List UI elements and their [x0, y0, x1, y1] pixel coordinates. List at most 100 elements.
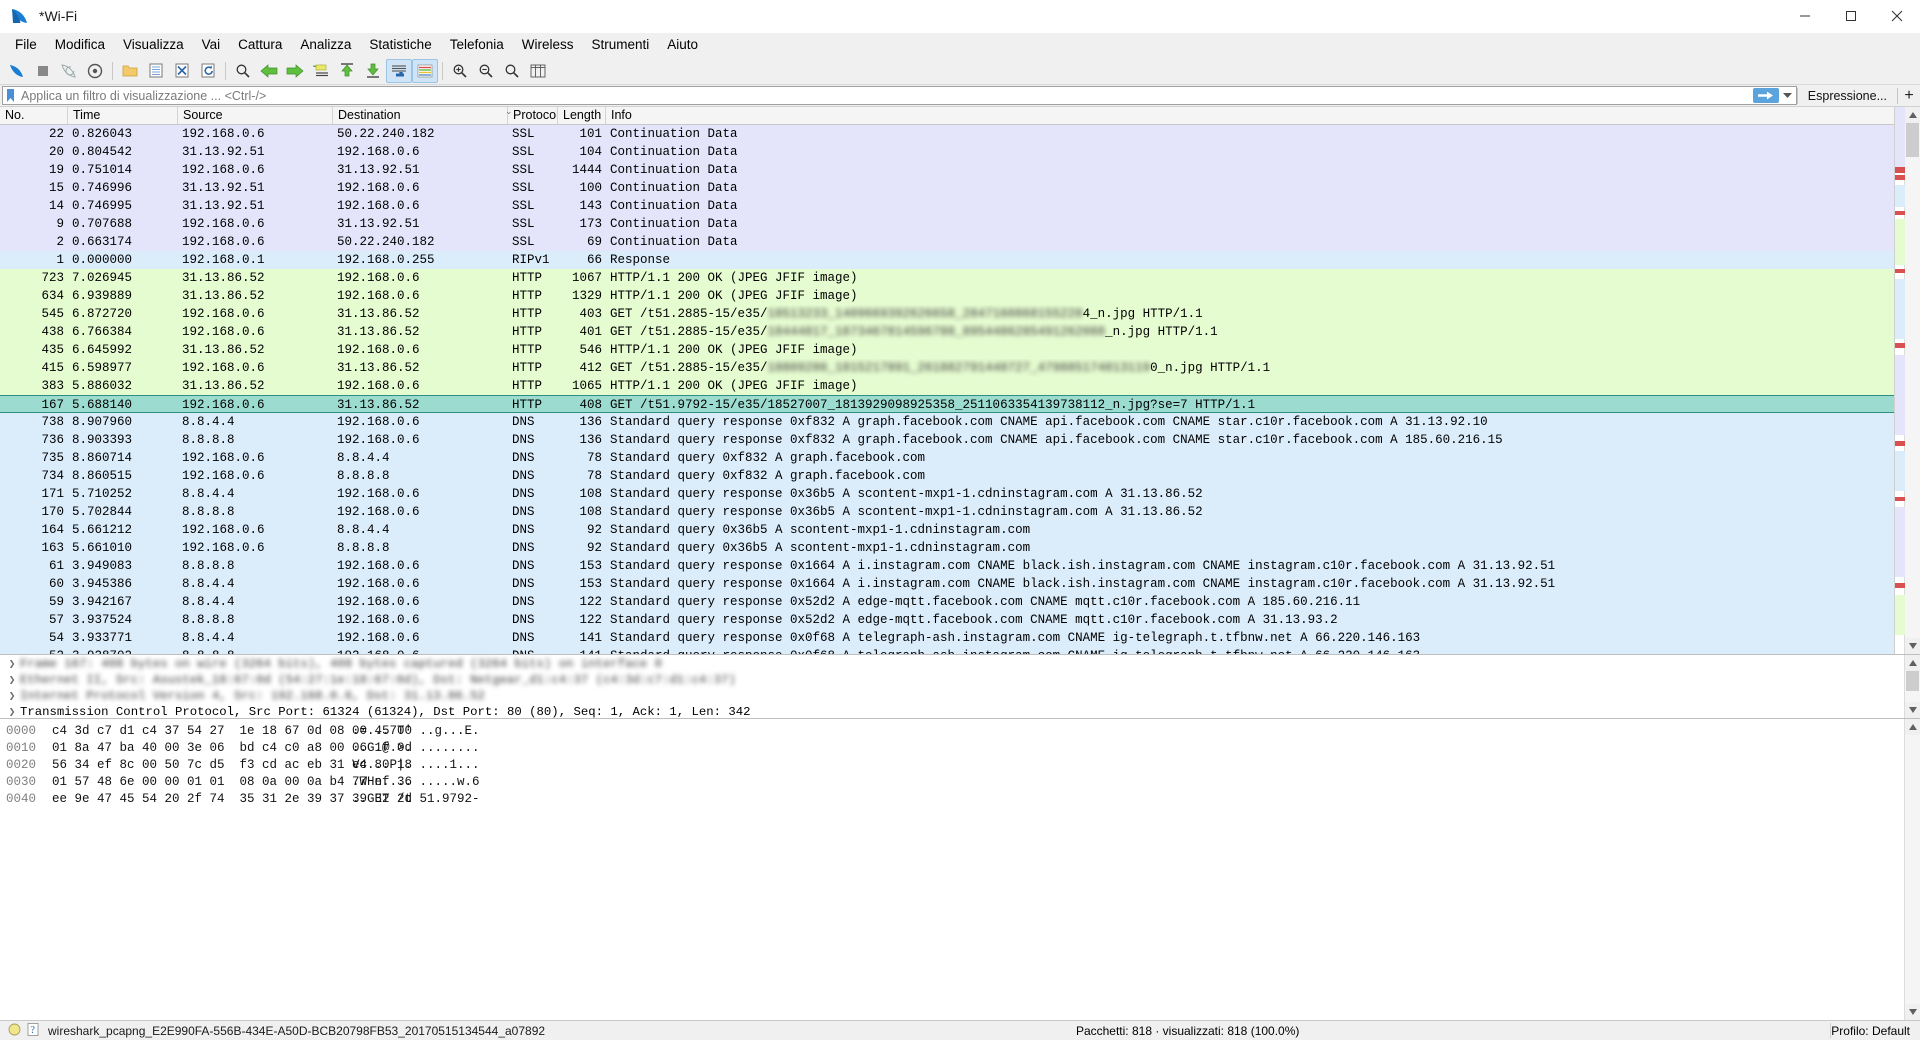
- menu-modifica[interactable]: Modifica: [46, 34, 114, 56]
- save-file-icon[interactable]: [143, 59, 169, 83]
- go-back-icon[interactable]: [256, 59, 282, 83]
- capture-options-icon[interactable]: [82, 59, 108, 83]
- scroll-down-icon[interactable]: [1905, 702, 1920, 718]
- table-row[interactable]: 415 6.598977 192.168.0.6 31.13.86.52 HTTP 412…: [0, 359, 1894, 377]
- table-row[interactable]: 2 0.663174 192.168.0.6 50.22.240.182 SSL 69 Co…: [0, 233, 1894, 251]
- apply-filter-arrow-icon[interactable]: [1752, 88, 1779, 103]
- table-row[interactable]: 22 0.826043 192.168.0.6 50.22.240.182 SSL 101…: [0, 125, 1894, 143]
- scrollbar-track[interactable]: [1905, 123, 1920, 638]
- packet-detail-tree[interactable]: ❯ Frame 167: 408 bytes on wire (3264 bits…: [0, 655, 1904, 718]
- table-row[interactable]: 736 8.903393 8.8.8.8 192.168.0.6 DNS 136 Stand…: [0, 431, 1894, 449]
- table-row[interactable]: 1 0.000000 192.168.0.1 192.168.0.255 RIPv1 66…: [0, 251, 1894, 269]
- table-row[interactable]: 61 3.949083 8.8.8.8 192.168.0.6 DNS 153 Standa…: [0, 557, 1894, 575]
- chevron-right-icon[interactable]: ❯: [4, 689, 20, 703]
- scroll-down-icon[interactable]: [1905, 638, 1920, 654]
- scrollbar-thumb[interactable]: [1906, 671, 1919, 691]
- hex-dump[interactable]: 0000 c4 3d c7 d1 c4 37 54 27 1e 18 67 0d …: [0, 719, 1904, 1020]
- column-header-time[interactable]: Time: [68, 107, 178, 124]
- table-row[interactable]: 54 3.933771 8.8.4.4 192.168.0.6 DNS 141 Standa…: [0, 629, 1894, 647]
- open-file-icon[interactable]: [117, 59, 143, 83]
- close-icon[interactable]: [1874, 0, 1920, 33]
- detail-tree-item[interactable]: ❯ Frame 167: 408 bytes on wire (3264 bits…: [4, 656, 1904, 672]
- menu-strumenti[interactable]: Strumenti: [583, 34, 659, 56]
- zoom-in-icon[interactable]: [447, 59, 473, 83]
- table-row[interactable]: 523.9287028.8.8.8192.168.0.6DNS141Standa…: [0, 647, 1894, 654]
- packet-list-scrollbar[interactable]: [1904, 107, 1920, 654]
- capture-file-properties-icon[interactable]: ?: [27, 1022, 40, 1039]
- menu-wireless[interactable]: Wireless: [513, 34, 583, 56]
- table-row[interactable]: 15 0.746996 31.13.92.51 192.168.0.6 SSL 100 Co…: [0, 179, 1894, 197]
- chevron-right-icon[interactable]: ❯: [4, 673, 20, 687]
- packet-rows-container[interactable]: 22 0.826043 192.168.0.6 50.22.240.182 SSL 101…: [0, 125, 1894, 654]
- table-row[interactable]: 738 8.907960 8.8.4.4 192.168.0.6 DNS 136 Stand…: [0, 413, 1894, 431]
- table-row[interactable]: 171 5.710252 8.8.4.4 192.168.0.6 DNS 108 Stand…: [0, 485, 1894, 503]
- reload-file-icon[interactable]: [195, 59, 221, 83]
- scrollbar-thumb[interactable]: [1906, 123, 1919, 157]
- bytes-pane-scrollbar[interactable]: [1904, 719, 1920, 1020]
- zoom-reset-icon[interactable]: [499, 59, 525, 83]
- go-last-packet-icon[interactable]: [360, 59, 386, 83]
- column-header-no[interactable]: No.: [0, 107, 68, 124]
- table-row[interactable]: 170 5.702844 8.8.8.8 192.168.0.6 DNS 108 Stand…: [0, 503, 1894, 521]
- menu-analizza[interactable]: Analizza: [291, 34, 360, 56]
- column-header-source[interactable]: Source: [178, 107, 333, 124]
- menu-vai[interactable]: Vai: [193, 34, 230, 56]
- colorize-packets-icon[interactable]: [412, 58, 438, 83]
- resize-columns-icon[interactable]: [525, 59, 551, 83]
- chevron-down-icon[interactable]: [1780, 87, 1796, 104]
- menu-cattura[interactable]: Cattura: [229, 34, 291, 56]
- go-forward-icon[interactable]: [282, 59, 308, 83]
- go-first-packet-icon[interactable]: [334, 59, 360, 83]
- scroll-up-icon[interactable]: [1905, 719, 1920, 735]
- go-to-packet-icon[interactable]: [308, 59, 334, 83]
- menu-telefonia[interactable]: Telefonia: [441, 34, 513, 56]
- zoom-out-icon[interactable]: [473, 59, 499, 83]
- scrollbar-track[interactable]: [1905, 735, 1920, 1004]
- table-row[interactable]: 14 0.746995 31.13.92.51 192.168.0.6 SSL 143 Co…: [0, 197, 1894, 215]
- expert-info-circle-icon[interactable]: [8, 1023, 21, 1039]
- table-row[interactable]: 164 5.661212 192.168.0.6 8.8.4.4 DNS 92 Standa…: [0, 521, 1894, 539]
- table-row[interactable]: 438 6.766384 192.168.0.6 31.13.86.52 HTTP 401…: [0, 323, 1894, 341]
- detail-tree-item[interactable]: ❯ Transmission Control Protocol, Src Port…: [4, 704, 1904, 718]
- column-header-info[interactable]: Info: [606, 107, 1894, 124]
- filter-bookmark-icon[interactable]: [3, 87, 17, 104]
- search-input[interactable]: Applica un filtro di visualizzazione ...…: [2, 86, 1797, 105]
- scroll-up-icon[interactable]: [1905, 107, 1920, 123]
- table-row[interactable]: 59 3.942167 8.8.4.4 192.168.0.6 DNS 122 Standa…: [0, 593, 1894, 611]
- scrollbar-track[interactable]: [1905, 671, 1920, 702]
- menu-aiuto[interactable]: Aiuto: [658, 34, 707, 56]
- menu-visualizza[interactable]: Visualizza: [114, 34, 193, 56]
- menu-statistiche[interactable]: Statistiche: [360, 34, 440, 56]
- table-row[interactable]: 634 6.939889 31.13.86.52 192.168.0.6 HTTP 132…: [0, 287, 1894, 305]
- table-row[interactable]: 19 0.751014 192.168.0.6 31.13.92.51 SSL 1444 C…: [0, 161, 1894, 179]
- table-row[interactable]: 167 5.688140 192.168.0.6 31.13.86.52 HTTP 408…: [0, 395, 1894, 413]
- table-row[interactable]: 435 6.645992 31.13.86.52 192.168.0.6 HTTP 546…: [0, 341, 1894, 359]
- table-row[interactable]: 20 0.804542 31.13.92.51 192.168.0.6 SSL 104 Co…: [0, 143, 1894, 161]
- table-row[interactable]: 60 3.945386 8.8.4.4 192.168.0.6 DNS 153 Standa…: [0, 575, 1894, 593]
- status-profile[interactable]: Profilo: Default: [1831, 1024, 1920, 1038]
- start-capture-icon[interactable]: [4, 59, 30, 83]
- column-header-length[interactable]: Length: [558, 107, 606, 124]
- maximize-icon[interactable]: [1828, 0, 1874, 33]
- column-header-destination[interactable]: Destination: [333, 107, 508, 124]
- table-row[interactable]: 735 8.860714 192.168.0.6 8.8.4.4 DNS 78 Standa…: [0, 449, 1894, 467]
- close-file-icon[interactable]: [169, 59, 195, 83]
- detail-tree-item[interactable]: ❯ Ethernet II, Src: Asustek_18:67:0d (54:…: [4, 672, 1904, 688]
- minimize-icon[interactable]: [1782, 0, 1828, 33]
- chevron-right-icon[interactable]: ❯: [4, 705, 20, 718]
- table-row[interactable]: 545 6.872720 192.168.0.6 31.13.86.52 HTTP 403…: [0, 305, 1894, 323]
- menu-file[interactable]: File: [6, 34, 46, 56]
- table-row[interactable]: 734 8.860515 192.168.0.6 8.8.8.8 DNS 78 Standa…: [0, 467, 1894, 485]
- table-row[interactable]: 163 5.661010 192.168.0.6 8.8.8.8 DNS 92 Standa…: [0, 539, 1894, 557]
- table-row[interactable]: 723 7.026945 31.13.86.52 192.168.0.6 HTTP 106…: [0, 269, 1894, 287]
- scroll-up-icon[interactable]: [1905, 655, 1920, 671]
- table-row[interactable]: 57 3.937524 8.8.8.8 192.168.0.6 DNS 122 Standa…: [0, 611, 1894, 629]
- add-filter-button[interactable]: +: [1898, 87, 1920, 105]
- auto-scroll-icon[interactable]: [386, 58, 412, 83]
- restart-capture-icon[interactable]: [56, 59, 82, 83]
- chevron-right-icon[interactable]: ❯: [4, 657, 20, 671]
- table-row[interactable]: 9 0.707688 192.168.0.6 31.13.92.51 SSL 173 Con…: [0, 215, 1894, 233]
- stop-capture-icon[interactable]: [30, 59, 56, 83]
- column-header-protocol[interactable]: Protocol: [508, 107, 558, 124]
- detail-pane-scrollbar[interactable]: [1904, 655, 1920, 718]
